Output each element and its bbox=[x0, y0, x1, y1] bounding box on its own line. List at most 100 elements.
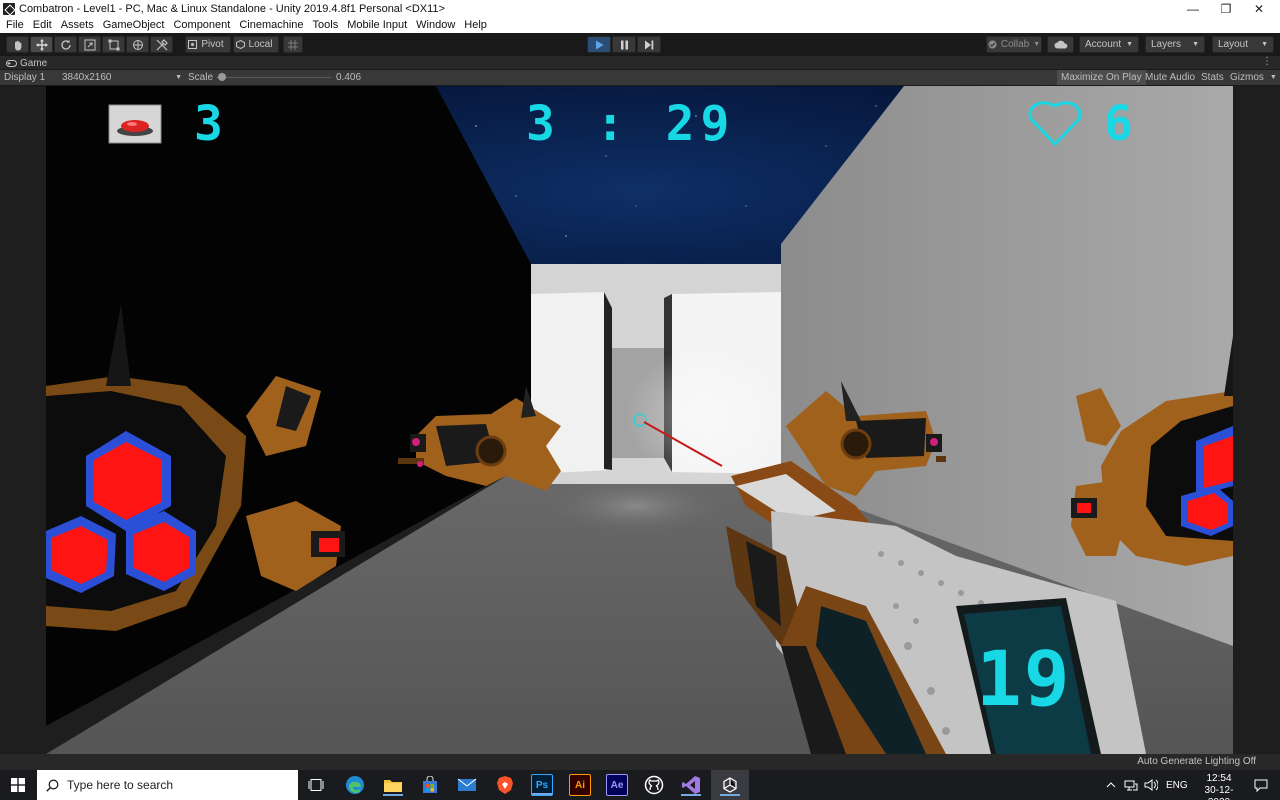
close-button[interactable]: ✕ bbox=[1242, 0, 1276, 17]
menu-window[interactable]: Window bbox=[416, 19, 455, 31]
notification-icon[interactable] bbox=[1254, 770, 1268, 800]
collab-dropdown[interactable]: Collab ▼ bbox=[986, 36, 1042, 53]
github-desktop-icon[interactable] bbox=[643, 774, 665, 796]
resolution-label: 3840x2160 bbox=[62, 72, 112, 83]
display-label: Display 1 bbox=[4, 72, 46, 83]
ammo-count: 19 bbox=[976, 634, 1072, 723]
photoshop-label: Ps bbox=[535, 779, 549, 791]
clock-date: 30-12-2020 bbox=[1204, 785, 1234, 800]
chevron-down-icon: ▼ bbox=[1126, 41, 1133, 48]
game-view-frame: 3 3 : 29 6 19 bbox=[0, 86, 1280, 754]
tab-menu-icon[interactable]: ⋮ bbox=[1262, 56, 1272, 67]
network-icon[interactable] bbox=[1124, 770, 1138, 800]
layout-dropdown[interactable]: Layout ▼ bbox=[1212, 36, 1274, 53]
hand-tool-icon[interactable] bbox=[6, 36, 29, 53]
game-tab-bar: Game ⋮ bbox=[0, 56, 1280, 70]
pause-button[interactable] bbox=[612, 36, 636, 53]
after-effects-label: Ae bbox=[610, 779, 624, 791]
scale-tool-icon[interactable] bbox=[78, 36, 101, 53]
lighting-status[interactable]: Auto Generate Lighting Off bbox=[1137, 756, 1256, 767]
scale-slider-track-wrap bbox=[216, 70, 331, 85]
rect-tool-icon[interactable] bbox=[102, 36, 125, 53]
display-dropdown[interactable]: Display 1 bbox=[4, 70, 60, 85]
minimize-button[interactable]: — bbox=[1176, 0, 1210, 17]
file-explorer-icon[interactable] bbox=[382, 774, 404, 796]
clock-time: 12:54 bbox=[1206, 773, 1232, 784]
system-tray: ENG 12:54 30-12-2020 bbox=[1100, 770, 1280, 800]
windows-taskbar: Type here to search Ps Ai Ae ENG 12:54 3… bbox=[0, 770, 1280, 800]
language-indicator[interactable]: ENG bbox=[1166, 770, 1188, 800]
restore-button[interactable]: ❐ bbox=[1209, 0, 1243, 17]
search-placeholder: Type here to search bbox=[67, 778, 174, 792]
grid-snap-button[interactable] bbox=[283, 36, 303, 53]
mute-audio-toggle[interactable]: Mute Audio bbox=[1141, 70, 1199, 85]
menu-cinemachine[interactable]: Cinemachine bbox=[239, 19, 303, 31]
collab-label: Collab bbox=[1000, 39, 1030, 50]
chevron-down-icon: ▼ bbox=[1033, 41, 1041, 48]
mail-icon[interactable] bbox=[456, 774, 478, 796]
edge-browser-icon[interactable] bbox=[344, 774, 366, 796]
gamepad-icon bbox=[6, 59, 17, 67]
brave-browser-icon[interactable] bbox=[494, 774, 516, 796]
floor-light bbox=[546, 478, 726, 534]
rotate-tool-icon[interactable] bbox=[54, 36, 77, 53]
menu-component[interactable]: Component bbox=[173, 19, 230, 31]
visual-studio-icon[interactable] bbox=[680, 774, 702, 796]
window-title: Combatron - Level1 - PC, Mac & Linux Sta… bbox=[19, 2, 445, 15]
scale-slider[interactable] bbox=[216, 70, 331, 85]
microsoft-store-icon[interactable] bbox=[419, 774, 441, 796]
chevron-down-icon: ▼ bbox=[175, 74, 182, 81]
play-button[interactable] bbox=[587, 36, 611, 53]
gizmos-dropdown[interactable]: Gizmos ▼ bbox=[1226, 70, 1280, 85]
unity-logo-icon bbox=[3, 2, 15, 15]
running-indicator bbox=[720, 794, 740, 796]
menu-edit[interactable]: Edit bbox=[33, 19, 52, 31]
system-clock[interactable]: 12:54 30-12-2020 bbox=[1198, 773, 1240, 800]
maximize-on-play-toggle[interactable]: Maximize On Play bbox=[1057, 70, 1146, 85]
custom-tool-icon[interactable] bbox=[150, 36, 173, 53]
chevron-up-icon[interactable] bbox=[1106, 770, 1116, 800]
bomb-button-icon bbox=[108, 104, 162, 144]
transform-tool-icon[interactable] bbox=[126, 36, 149, 53]
collab-check-icon bbox=[988, 40, 997, 49]
menu-file[interactable]: File bbox=[6, 19, 24, 31]
step-icon bbox=[645, 40, 654, 49]
taskbar-search-box[interactable]: Type here to search bbox=[37, 770, 298, 800]
search-icon bbox=[46, 779, 59, 792]
unity-editor-icon[interactable] bbox=[719, 774, 741, 796]
move-tool-icon[interactable] bbox=[30, 36, 53, 53]
stats-toggle[interactable]: Stats bbox=[1197, 70, 1228, 85]
level-timer: 3 : 29 bbox=[526, 96, 736, 152]
after-effects-icon[interactable]: Ae bbox=[606, 774, 628, 796]
resolution-dropdown[interactable]: 3840x2160 ▼ bbox=[62, 70, 182, 85]
scale-slider-thumb[interactable] bbox=[218, 73, 226, 81]
chevron-down-icon: ▼ bbox=[1261, 41, 1268, 48]
play-icon bbox=[595, 40, 603, 49]
step-button[interactable] bbox=[637, 36, 661, 53]
local-toggle-button[interactable]: Local bbox=[233, 36, 279, 53]
pivot-toggle-button[interactable]: Pivot bbox=[185, 36, 231, 53]
scale-slider-track bbox=[216, 77, 331, 78]
volume-icon[interactable] bbox=[1144, 770, 1158, 800]
photoshop-icon[interactable]: Ps bbox=[531, 774, 553, 796]
light-glow bbox=[626, 346, 786, 486]
layers-dropdown[interactable]: Layers ▼ bbox=[1145, 36, 1205, 53]
account-dropdown[interactable]: Account ▼ bbox=[1079, 36, 1139, 53]
menu-tools[interactable]: Tools bbox=[313, 19, 339, 31]
menu-assets[interactable]: Assets bbox=[61, 19, 94, 31]
illustrator-label: Ai bbox=[575, 779, 585, 791]
illustrator-icon[interactable]: Ai bbox=[569, 774, 591, 796]
menu-mobile-input[interactable]: Mobile Input bbox=[347, 19, 407, 31]
cloud-button[interactable] bbox=[1047, 36, 1074, 53]
menu-gameobject[interactable]: GameObject bbox=[103, 19, 165, 31]
chevron-down-icon: ▼ bbox=[1192, 41, 1199, 48]
start-button[interactable] bbox=[0, 770, 36, 800]
game-viewport[interactable]: 3 3 : 29 6 19 bbox=[46, 86, 1233, 754]
layers-label: Layers bbox=[1151, 39, 1182, 50]
tab-game-label: Game bbox=[20, 57, 48, 69]
menu-help[interactable]: Help bbox=[464, 19, 487, 31]
task-view-icon[interactable] bbox=[305, 774, 327, 796]
gizmos-label: Gizmos bbox=[1230, 72, 1264, 83]
running-indicator bbox=[532, 793, 552, 795]
tab-game[interactable]: Game bbox=[0, 56, 50, 70]
